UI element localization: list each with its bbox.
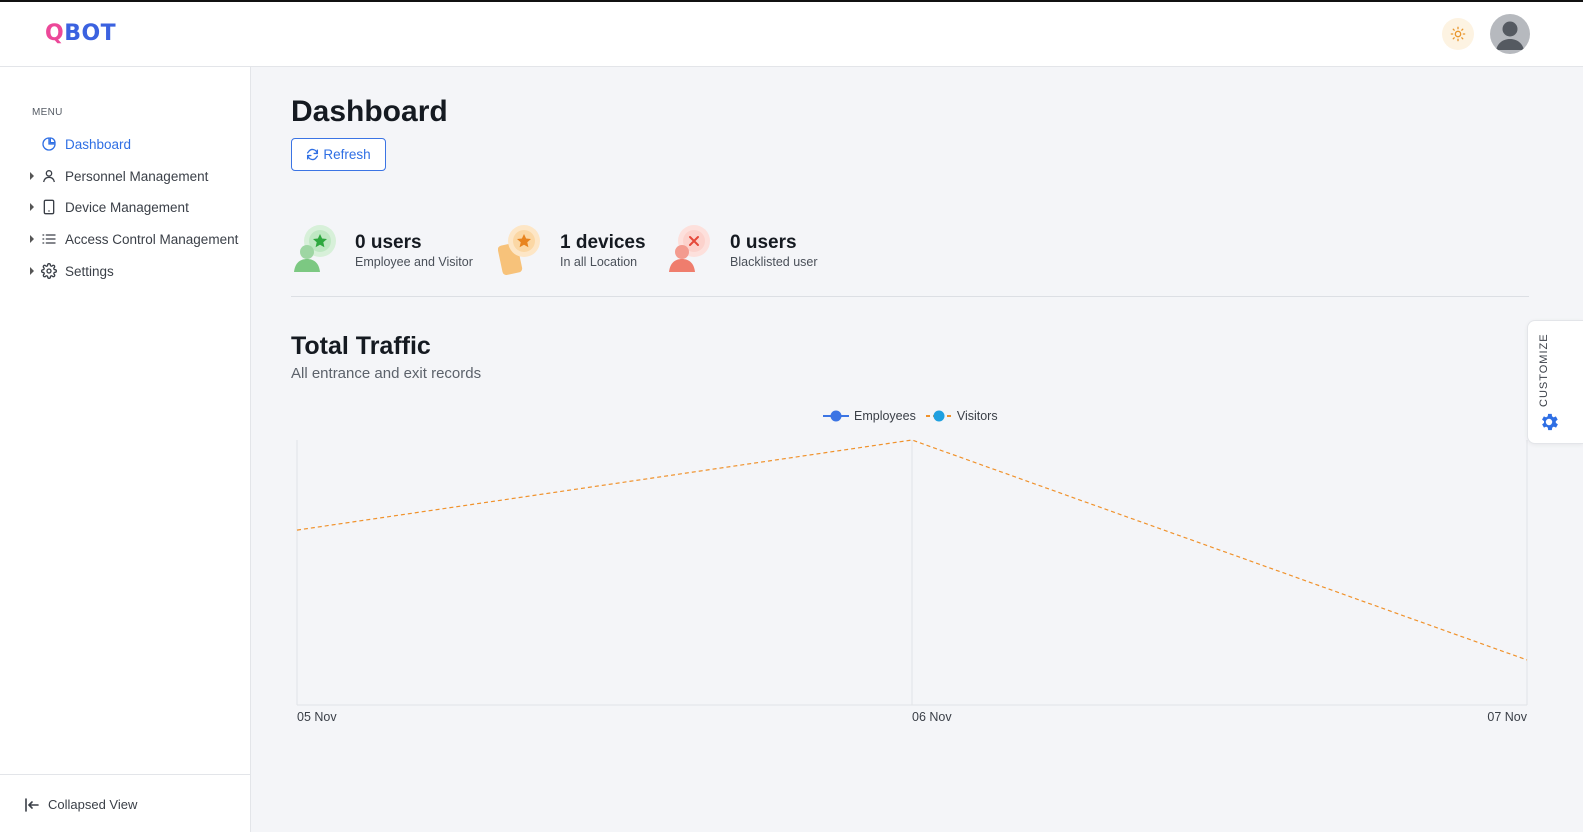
sidebar-item-label: Access Control Management	[65, 231, 239, 247]
gear-icon	[40, 262, 58, 280]
collapse-left-icon	[25, 797, 39, 812]
caret-right-icon	[24, 267, 40, 275]
customize-label: CUSTOMIZE	[1538, 333, 1550, 407]
collapse-sidebar-button[interactable]: Collapsed View	[0, 774, 250, 832]
caret-right-icon	[24, 203, 40, 211]
stat-caption: Employee and Visitor	[355, 254, 473, 269]
menu-caption: MENU	[32, 107, 63, 118]
caret-right-icon	[24, 235, 40, 243]
refresh-label: Refresh	[323, 147, 371, 162]
pie-chart-icon	[40, 135, 58, 153]
x-tick-label: 05 Nov	[297, 710, 337, 724]
x-tick-label: 07 Nov	[1487, 710, 1527, 724]
legend-item-employees[interactable]: Employees	[823, 409, 916, 423]
users-stat-icon	[293, 224, 349, 276]
sun-icon	[1450, 26, 1466, 42]
sidebar: MENU Dashboard Personnel Management Devi…	[0, 67, 251, 832]
user-icon	[40, 167, 58, 185]
top-header: QBOT	[0, 2, 1583, 67]
legend-label: Employees	[854, 409, 916, 423]
devices-stat-icon	[497, 224, 554, 276]
logo-text: BOT	[64, 21, 117, 46]
page-title: Dashboard	[291, 95, 448, 128]
series-line-visitors	[296, 439, 1528, 661]
refresh-icon	[307, 148, 319, 161]
sidebar-item-label: Dashboard	[65, 136, 132, 152]
sidebar-item-personnel[interactable]: Personnel Management	[24, 165, 208, 187]
stat-blacklisted: 0 users Blacklisted user	[668, 224, 818, 276]
traffic-title: Total Traffic	[291, 332, 431, 360]
chart-legend: Employees Visitors	[823, 409, 1008, 423]
stat-caption: Blacklisted user	[730, 254, 818, 269]
sidebar-item-label: Device Management	[65, 199, 189, 215]
legend-item-visitors[interactable]: Visitors	[925, 409, 998, 423]
list-icon	[40, 230, 58, 248]
stat-value: 0 users	[730, 231, 797, 253]
sidebar-item-label: Settings	[65, 263, 114, 279]
sidebar-item-dashboard[interactable]: Dashboard	[24, 133, 131, 155]
theme-toggle-button[interactable]	[1442, 18, 1474, 50]
legend-marker-visitors	[925, 410, 952, 422]
refresh-button[interactable]: Refresh	[291, 138, 386, 171]
sidebar-item-access-control[interactable]: Access Control Management	[24, 228, 238, 250]
collapse-label: Collapsed View	[48, 797, 138, 812]
sidebar-item-devices[interactable]: Device Management	[24, 196, 189, 218]
stats-divider	[291, 296, 1529, 297]
app-logo[interactable]: QBOT	[45, 21, 116, 46]
customize-panel-button[interactable]: CUSTOMIZE	[1527, 320, 1583, 444]
user-avatar-icon	[1496, 21, 1524, 50]
blacklist-stat-icon	[668, 224, 724, 276]
tablet-icon	[40, 198, 58, 216]
x-tick-label: 06 Nov	[912, 710, 952, 724]
sidebar-item-settings[interactable]: Settings	[24, 260, 114, 282]
gear-icon	[1542, 413, 1558, 431]
stat-devices: 1 devices In all Location	[497, 224, 646, 276]
traffic-subtitle: All entrance and exit records	[291, 365, 482, 382]
caret-right-icon	[24, 172, 40, 180]
stat-value: 0 users	[355, 231, 422, 253]
logo-q: Q	[45, 21, 65, 46]
legend-marker-employees	[823, 410, 849, 422]
stat-value: 1 devices	[560, 231, 646, 253]
stat-users: 0 users Employee and Visitor	[293, 224, 473, 276]
stat-caption: In all Location	[560, 254, 638, 269]
legend-label: Visitors	[956, 409, 998, 423]
user-avatar[interactable]	[1490, 14, 1530, 54]
sidebar-item-label: Personnel Management	[65, 168, 209, 184]
